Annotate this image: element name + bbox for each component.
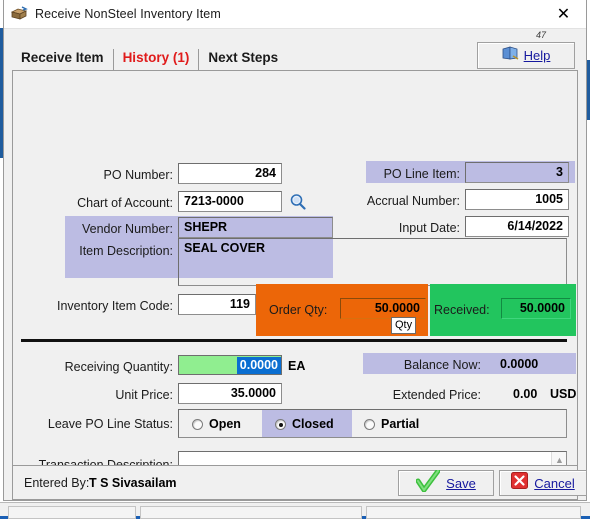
received-label: Received: bbox=[434, 302, 498, 318]
unit-price-label: Unit Price: bbox=[73, 387, 173, 403]
input-date-field[interactable]: 6/14/2022 bbox=[465, 216, 569, 237]
radio-label-partial: Partial bbox=[381, 417, 419, 431]
qty-tooltip: Qty bbox=[391, 317, 416, 334]
cancel-button-label: Cancel bbox=[534, 476, 574, 491]
corner-number: 47 bbox=[536, 30, 546, 40]
po-number-field[interactable]: 284 bbox=[178, 163, 282, 184]
red-x-icon bbox=[511, 472, 528, 494]
received-field[interactable]: 50.0000 bbox=[501, 298, 571, 319]
leave-po-line-status-label: Leave PO Line Status: bbox=[38, 416, 173, 432]
background-status-cell bbox=[140, 506, 362, 519]
transaction-description-label: Transaction Description: bbox=[31, 457, 173, 465]
extended-price-label: Extended Price: bbox=[365, 387, 481, 403]
po-line-item-field[interactable]: 3 bbox=[465, 162, 569, 183]
unit-price-field[interactable]: 35.0000 bbox=[178, 383, 282, 404]
transaction-description-scrollbar[interactable]: ▲ ▼ bbox=[551, 452, 566, 465]
radio-circle-closed bbox=[275, 419, 286, 430]
receiving-quantity-label: Receiving Quantity: bbox=[53, 359, 173, 375]
save-button[interactable]: Save bbox=[398, 470, 494, 496]
receiving-quantity-uom: EA bbox=[288, 359, 305, 373]
radio-option-open[interactable]: Open bbox=[192, 417, 241, 431]
entered-by-value: T S Sivasailam bbox=[89, 476, 177, 490]
tab-history[interactable]: History (1) bbox=[114, 49, 200, 70]
background-status-bar bbox=[0, 502, 590, 516]
order-qty-label: Order Qty: bbox=[269, 302, 339, 318]
radio-circle-open bbox=[192, 419, 203, 430]
tab-strip: 47 Receive Item History (1) Next Steps H… bbox=[4, 29, 586, 70]
close-icon[interactable]: ✕ bbox=[541, 0, 586, 29]
green-check-icon bbox=[416, 470, 440, 497]
radio-circle-partial bbox=[364, 419, 375, 430]
entered-by-label: Entered By: bbox=[24, 476, 89, 490]
item-description-label: Item Description: bbox=[59, 243, 173, 259]
inventory-item-code-field[interactable]: 119 bbox=[178, 294, 256, 315]
tab-receive-item[interactable]: Receive Item bbox=[12, 49, 114, 70]
tab-next-steps[interactable]: Next Steps bbox=[199, 49, 287, 70]
extended-price-currency: USD bbox=[550, 387, 576, 401]
accrual-number-label: Accrual Number: bbox=[353, 193, 460, 209]
section-divider bbox=[21, 339, 567, 342]
radio-option-partial[interactable]: Partial bbox=[364, 417, 419, 431]
tab-list: Receive Item History (1) Next Steps bbox=[12, 44, 287, 70]
chart-of-account-label: Chart of Account: bbox=[41, 195, 173, 211]
vendor-number-label: Vendor Number: bbox=[69, 221, 173, 237]
save-button-label: Save bbox=[446, 476, 476, 491]
radio-option-closed[interactable]: Closed bbox=[275, 417, 334, 431]
background-status-cell bbox=[8, 506, 136, 519]
dialog-footer: Entered By: T S Sivasailam Save Cancel bbox=[12, 465, 578, 500]
scroll-up-icon[interactable]: ▲ bbox=[552, 452, 567, 465]
help-button-label: Help bbox=[524, 48, 551, 63]
item-description-field[interactable]: SEAL COVER bbox=[178, 238, 567, 286]
vendor-number-field[interactable]: SHEPR bbox=[178, 217, 333, 238]
order-qty-field[interactable]: 50.0000 bbox=[340, 298, 426, 319]
po-number-label: PO Number: bbox=[73, 167, 173, 183]
extended-price-value: 0.00 bbox=[513, 387, 537, 401]
form-panel: PO Number: 284 Chart of Account: 7213-00… bbox=[12, 70, 578, 465]
input-date-label: Input Date: bbox=[368, 220, 460, 236]
receive-nonsteel-inventory-item-dialog: Receive NonSteel Inventory Item ✕ 47 Rec… bbox=[3, 0, 587, 501]
magnifier-icon[interactable] bbox=[286, 191, 308, 211]
balance-now-label: Balance Now: bbox=[383, 357, 481, 373]
po-line-item-label: PO Line Item: bbox=[368, 166, 460, 182]
cancel-button[interactable]: Cancel bbox=[499, 470, 587, 496]
help-button[interactable]: Help bbox=[477, 42, 575, 69]
receiving-quantity-field[interactable]: 0.0000 bbox=[178, 355, 282, 375]
leave-po-line-status-group: Open Closed Partial bbox=[178, 409, 567, 438]
transaction-description-textarea[interactable]: ▲ ▼ bbox=[178, 451, 567, 465]
window-title: Receive NonSteel Inventory Item bbox=[35, 7, 221, 21]
receiving-quantity-value: 0.0000 bbox=[237, 357, 281, 374]
radio-label-open: Open bbox=[209, 417, 241, 431]
accrual-number-field[interactable]: 1005 bbox=[465, 189, 569, 210]
inventory-box-icon bbox=[10, 5, 28, 23]
background-status-cell bbox=[366, 506, 581, 519]
chart-of-account-field[interactable]: 7213-0000 bbox=[178, 191, 282, 212]
balance-now-value: 0.0000 bbox=[500, 357, 538, 371]
radio-label-closed: Closed bbox=[292, 417, 334, 431]
inventory-item-code-label: Inventory Item Code: bbox=[40, 298, 173, 314]
help-book-icon bbox=[502, 46, 519, 66]
title-bar: Receive NonSteel Inventory Item ✕ bbox=[4, 0, 586, 29]
